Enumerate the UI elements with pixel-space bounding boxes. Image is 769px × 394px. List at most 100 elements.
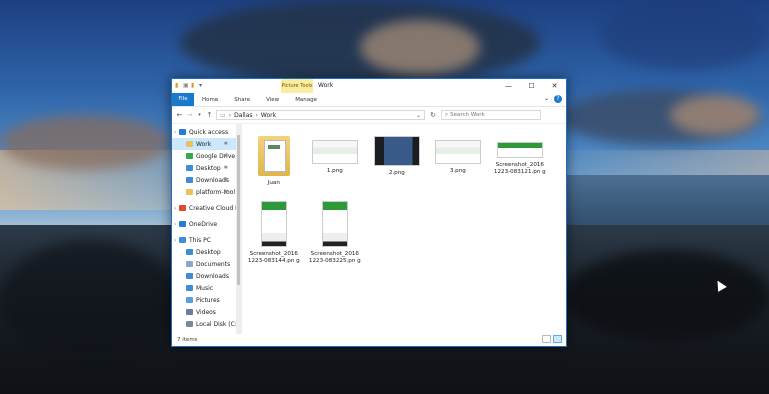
desktop-icon bbox=[186, 165, 193, 171]
pc-icon bbox=[179, 237, 186, 243]
google-drive-icon bbox=[186, 153, 193, 159]
sidebar-item-label: Desktop bbox=[196, 248, 221, 256]
sidebar-item-videos[interactable]: Videos bbox=[172, 306, 236, 318]
file-name: Screenshot_2016 1223-083225.pn g bbox=[308, 251, 361, 264]
breadcrumb-dallas[interactable]: Dallas bbox=[234, 112, 252, 119]
tab-manage[interactable]: Manage bbox=[287, 97, 325, 103]
sidebar-item-label: Work bbox=[196, 140, 212, 148]
sidebar-item-documents[interactable]: Documents bbox=[172, 258, 236, 270]
quick-access-toolbar: ▮ ▣ ▮ ▾ bbox=[172, 83, 205, 89]
tab-file[interactable]: File bbox=[172, 93, 194, 106]
properties-icon[interactable]: ▣ bbox=[183, 83, 189, 89]
image-thumbnail-icon bbox=[496, 142, 543, 158]
file-item[interactable]: 2.png bbox=[366, 130, 428, 177]
breadcrumb-separator-icon: › bbox=[228, 111, 232, 119]
back-icon[interactable]: ← bbox=[176, 111, 183, 119]
sidebar-item-platform-tool[interactable]: platform-tool ✱ bbox=[172, 186, 236, 198]
sidebar-item-work[interactable]: Work ✱ bbox=[172, 138, 236, 150]
music-icon bbox=[186, 285, 193, 291]
sidebar-item-pictures[interactable]: Pictures bbox=[172, 294, 236, 306]
new-folder-icon[interactable]: ▮ bbox=[191, 83, 197, 89]
address-dropdown-icon[interactable]: ⌄ bbox=[416, 112, 421, 119]
image-thumbnail-icon bbox=[260, 201, 287, 247]
file-item[interactable]: 3.png bbox=[427, 130, 489, 175]
sidebar-item-local-disk-c[interactable]: Local Disk (C:) bbox=[172, 318, 239, 330]
close-button[interactable]: ✕ bbox=[543, 79, 566, 93]
expand-arrow-icon[interactable]: › bbox=[174, 221, 176, 228]
sidebar-item-label: Quick access bbox=[189, 128, 229, 136]
tab-share[interactable]: Share bbox=[226, 97, 258, 103]
minimize-button[interactable]: — bbox=[497, 79, 520, 93]
recent-locations-icon[interactable]: ▾ bbox=[196, 112, 203, 118]
file-name: 1.png bbox=[326, 168, 343, 174]
image-thumbnail-icon bbox=[434, 140, 481, 164]
tab-view[interactable]: View bbox=[258, 97, 287, 103]
nav-scrollbar[interactable] bbox=[235, 123, 241, 334]
file-name: 2.png bbox=[388, 170, 405, 176]
file-item[interactable]: Screenshot_2016 1223-083144.pn g bbox=[243, 201, 305, 264]
file-name: 3.png bbox=[449, 168, 466, 174]
sidebar-item-google-drive[interactable]: Google Drive ✱ bbox=[172, 150, 236, 162]
file-item[interactable]: Screenshot_2016 1223-083225.pn g bbox=[304, 201, 366, 264]
search-placeholder: Search Work bbox=[450, 112, 485, 118]
creative-cloud-icon bbox=[179, 205, 186, 211]
sidebar-item-label: Documents bbox=[196, 260, 231, 268]
file-item[interactable]: 1.png bbox=[304, 130, 366, 175]
image-thumbnail-icon bbox=[373, 136, 420, 166]
expand-arrow-icon[interactable]: › bbox=[174, 237, 176, 244]
sidebar-item-label: Pictures bbox=[196, 296, 220, 304]
sidebar-item-this-pc[interactable]: › This PC bbox=[172, 234, 236, 246]
sidebar-item-label: Desktop bbox=[196, 164, 221, 172]
tab-home[interactable]: Home bbox=[194, 97, 226, 103]
pin-icon: ✱ bbox=[223, 165, 228, 171]
sidebar-item-label: Creative Cloud Fil bbox=[189, 204, 242, 212]
customize-toolbar-icon[interactable]: ▾ bbox=[199, 83, 205, 89]
breadcrumb-work[interactable]: Work bbox=[261, 112, 276, 119]
file-item[interactable]: Juan bbox=[243, 130, 305, 187]
videos-icon bbox=[186, 309, 193, 315]
details-view-button[interactable] bbox=[542, 335, 551, 343]
picture-tools-context-tab: Picture Tools bbox=[281, 79, 313, 93]
expand-arrow-icon[interactable]: › bbox=[174, 129, 176, 136]
file-item[interactable]: Screenshot_2016 1223-083121.pn g bbox=[489, 130, 551, 175]
sidebar-item-desktop[interactable]: Desktop ✱ bbox=[172, 162, 236, 174]
expand-arrow-icon[interactable]: › bbox=[174, 205, 176, 212]
sidebar-item-downloads[interactable]: Downloads bbox=[172, 270, 236, 282]
title-bar[interactable]: ▮ ▣ ▮ ▾ Picture Tools Work — ☐ ✕ bbox=[172, 79, 566, 93]
search-icon: ⌕ bbox=[445, 111, 449, 118]
sidebar-item-music[interactable]: Music bbox=[172, 282, 236, 294]
ribbon-tabs: File Home Share View Manage ⌄ ? bbox=[172, 93, 566, 107]
address-bar[interactable]: ▭ › Dallas › Work ⌄ bbox=[216, 110, 425, 120]
sidebar-item-label: OneDrive bbox=[189, 220, 218, 228]
navigation-pane[interactable]: › Quick access Work ✱ Google Drive ✱ Desktop ✱ D… bbox=[172, 123, 242, 334]
onedrive-icon bbox=[179, 221, 186, 227]
address-row: ← → ▾ ↑ ▭ › Dallas › Work ⌄ ↻ ⌕ Search W… bbox=[172, 107, 566, 124]
sidebar-item-label: Downloads bbox=[196, 272, 229, 280]
documents-icon bbox=[186, 261, 193, 267]
window-title: Work bbox=[318, 82, 334, 89]
breadcrumb-separator-icon: › bbox=[255, 111, 258, 119]
maximize-button[interactable]: ☐ bbox=[520, 79, 543, 93]
sidebar-item-onedrive[interactable]: › OneDrive bbox=[172, 218, 236, 230]
up-icon[interactable]: ↑ bbox=[206, 111, 213, 119]
sidebar-item-quick-access[interactable]: › Quick access bbox=[172, 126, 236, 138]
file-grid[interactable]: Juan 1.png 2.png 3.png Screenshot_2016 1223-… bbox=[242, 123, 566, 334]
pc-icon: ▭ bbox=[220, 111, 226, 119]
pin-icon: ✱ bbox=[223, 177, 228, 183]
sidebar-item-creative-cloud-fil[interactable]: › Creative Cloud Fil bbox=[172, 202, 241, 214]
desktop-icon bbox=[186, 249, 193, 255]
sidebar-item-label: platform-tool bbox=[196, 188, 236, 196]
forward-icon[interactable]: → bbox=[186, 111, 193, 119]
refresh-icon[interactable]: ↻ bbox=[428, 111, 438, 119]
folder-icon bbox=[186, 141, 193, 147]
expand-ribbon-icon[interactable]: ⌄ bbox=[544, 95, 549, 103]
sidebar-item-desktop[interactable]: Desktop bbox=[172, 246, 236, 258]
pin-icon: ✱ bbox=[223, 153, 228, 159]
image-thumbnail-icon bbox=[311, 140, 358, 164]
help-icon[interactable]: ? bbox=[554, 95, 562, 103]
large-icons-view-button[interactable] bbox=[553, 335, 562, 343]
search-input[interactable]: ⌕ Search Work bbox=[441, 110, 541, 120]
sidebar-item-downloads[interactable]: Downloads ✱ bbox=[172, 174, 236, 186]
file-explorer-window[interactable]: ▮ ▣ ▮ ▾ Picture Tools Work — ☐ ✕ File Ho… bbox=[171, 78, 567, 347]
image-thumbnail-icon bbox=[321, 201, 348, 247]
